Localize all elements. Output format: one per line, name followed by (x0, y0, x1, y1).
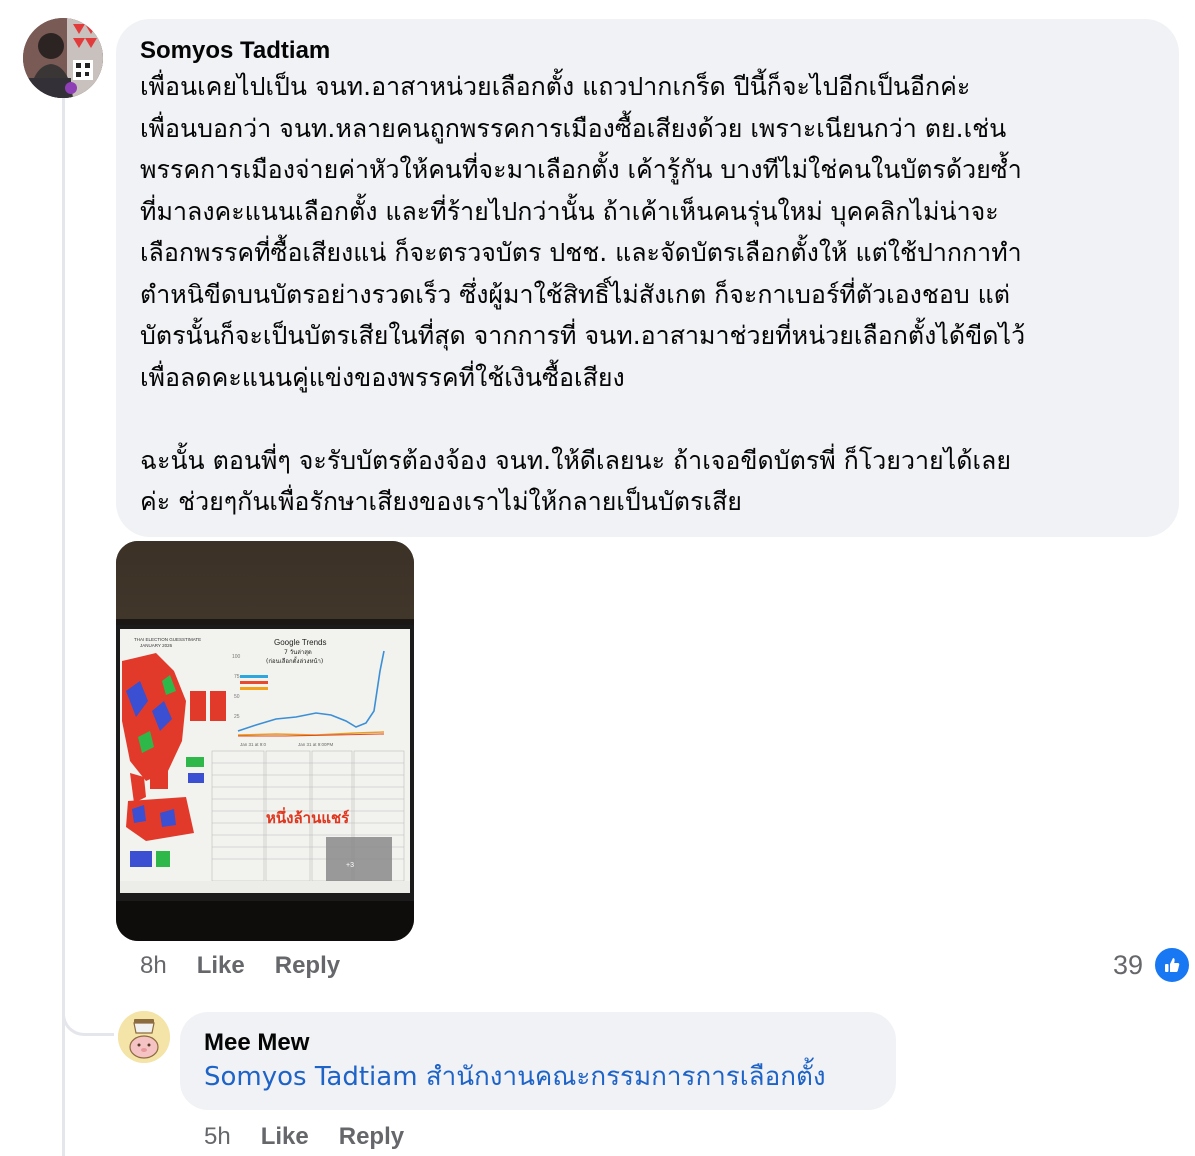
avatar-image (23, 18, 103, 98)
comment-actions: 8h Like Reply (140, 952, 370, 980)
reply-actions: 5h Like Reply (204, 1123, 434, 1151)
axis-tick: 25 (234, 714, 240, 720)
axis-tick: 75 (234, 674, 240, 680)
reply-button[interactable]: Reply (275, 952, 340, 980)
photo-overlay-text: หนึ่งล้านแชร์ (266, 807, 350, 827)
comment-line: เพื่อลดคะแนนคู่แข่งของพรรคที่ใช้เงินซื้อ… (140, 362, 625, 392)
reply-avatar-image (118, 1011, 170, 1063)
thumbs-up-icon (1153, 946, 1192, 984)
reaction-count: 39 (1113, 949, 1144, 980)
comment-line: เพื่อนเคยไปเป็น จนท.อาสาหน่วยเลือกตั้ง แ… (140, 72, 971, 101)
comment-line: ค่ะ ช่วยๆกันเพื่อรักษาเสียงของเราไม่ให้ก… (140, 487, 742, 516)
reply-body: Somyos Tadtiam สำนักงานคณะกรรมการการเลือ… (204, 1058, 872, 1096)
comment-line: ตำหนิขีดบนบัตรอย่างรวดเร็ว ซึ่งผู้มาใช้ส… (140, 279, 1011, 309)
comment-line: เลือกพรรคที่ซื้อเสียงแน่ ก็จะตรวจบัตร ปช… (140, 238, 1022, 267)
attached-photo[interactable]: THAI ELECTION GUESSTIMATE JANUARY 2026 G… (116, 541, 414, 941)
comment-line: บัตรนั้นก็จะเป็นบัตรเสียในที่สุด จากการท… (140, 321, 1026, 350)
reply-reply-button[interactable]: Reply (339, 1123, 404, 1151)
comment-bubble: Somyos Tadtiam เพื่อนเคยไปเป็น จนท.อาสาห… (116, 19, 1179, 537)
sheet-header: THAI ELECTION GUESSTIMATE (134, 637, 201, 642)
mention-link[interactable]: Somyos Tadtiam (204, 1062, 418, 1092)
comment-author[interactable]: Somyos Tadtiam (140, 36, 1155, 66)
avatar[interactable] (23, 18, 103, 98)
chart-subtitle: 7 วันล่าสุด (284, 649, 312, 656)
comment-line: พรรคการเมืองจ่ายค่าหัวให้คนที่จะมาเลือกต… (140, 155, 1022, 184)
comment-body: เพื่อนเคยไปเป็น จนท.อาสาหน่วยเลือกตั้ง แ… (140, 66, 1155, 523)
axis-tick: 100 (232, 654, 241, 660)
reply-author[interactable]: Mee Mew (204, 1028, 872, 1058)
reply-like-button[interactable]: Like (261, 1123, 309, 1151)
comment-line: เพื่อนบอกว่า จนท.หลายคนถูกพรรคการเมืองซื… (140, 113, 1007, 143)
reply-avatar[interactable] (118, 1011, 170, 1063)
date-label: Jan 31 at 9:0 (240, 742, 267, 747)
comment-line: ที่มาลงคะแนนเลือกตั้ง และที่ร้ายไปกว่านั… (140, 196, 999, 226)
axis-tick: 50 (234, 694, 240, 700)
reply-timestamp[interactable]: 5h (204, 1123, 231, 1151)
sheet-subheader: JANUARY 2026 (140, 643, 173, 648)
comment-line: ฉะนั้น ตอนพี่ๆ จะรับบัตรต้องจ้อง จนท.ให้… (140, 445, 1011, 475)
reaction-summary[interactable]: 39 (1113, 946, 1192, 984)
like-button[interactable]: Like (197, 952, 245, 980)
photo-image: THAI ELECTION GUESSTIMATE JANUARY 2026 G… (116, 541, 414, 941)
comment-timestamp[interactable]: 8h (140, 952, 167, 980)
thread-connector (62, 1000, 114, 1036)
reply-link-text[interactable]: สำนักงานคณะกรรมการการเลือกตั้ง (426, 1062, 826, 1092)
thread-line (62, 98, 65, 1156)
reply-bubble: Mee Mew Somyos Tadtiam สำนักงานคณะกรรมกา… (180, 1012, 896, 1110)
more-photos-badge: +3 (346, 862, 354, 869)
chart-title: Google Trends (274, 638, 326, 647)
date-label: Jan 31 at 9:00PM (298, 742, 334, 747)
